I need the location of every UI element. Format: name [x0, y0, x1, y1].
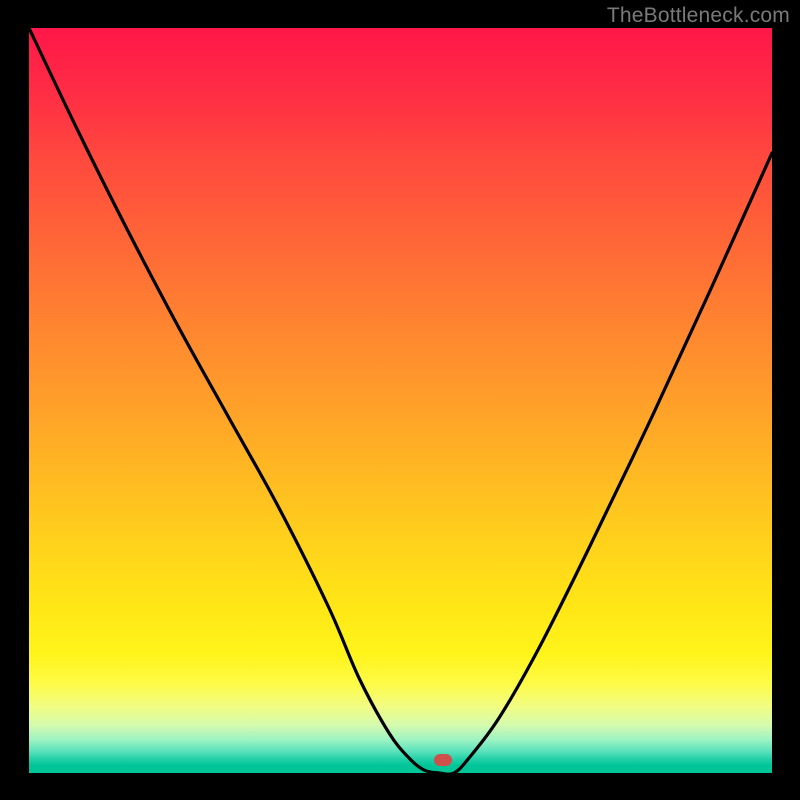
watermark-text: TheBottleneck.com	[607, 4, 790, 28]
chart-frame: TheBottleneck.com	[0, 0, 800, 800]
optimal-point-marker	[434, 754, 452, 766]
plot-area	[29, 28, 772, 773]
bottleneck-curve	[29, 28, 772, 773]
